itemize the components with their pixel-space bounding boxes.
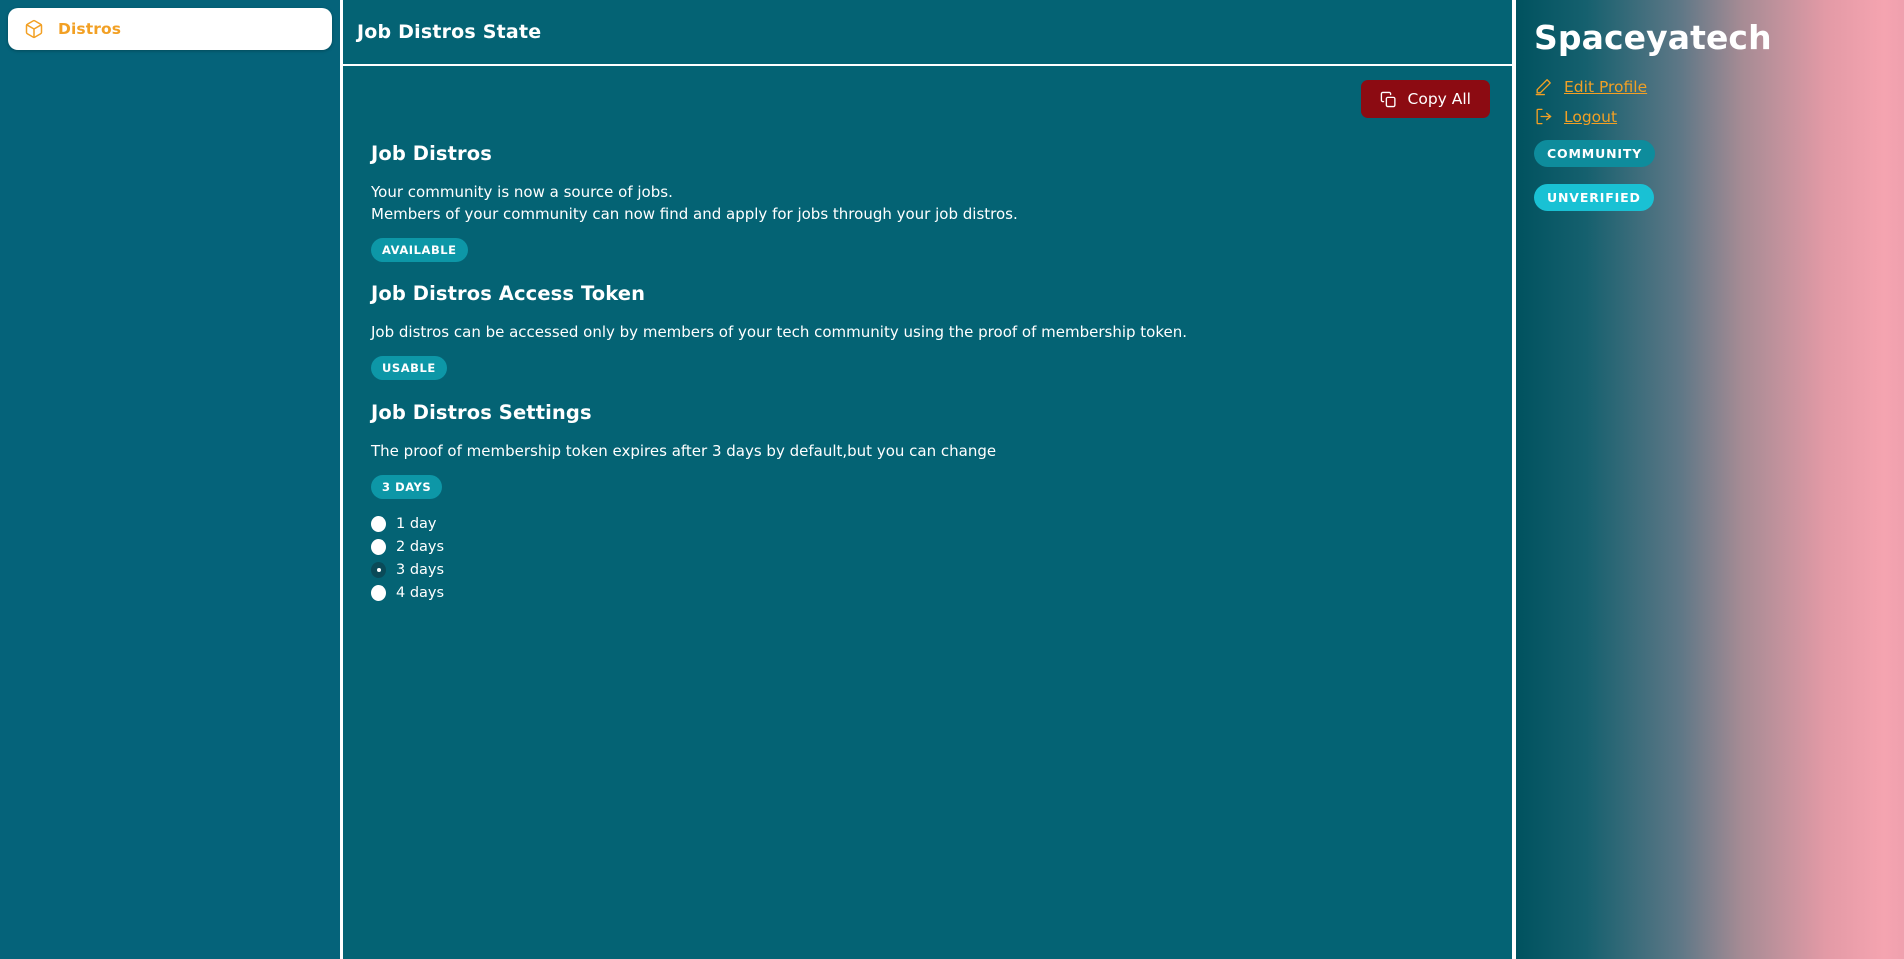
radio-option-4-days[interactable]: 4 days: [371, 582, 1492, 604]
edit-profile-link[interactable]: Edit Profile: [1534, 77, 1647, 96]
radio-indicator[interactable]: [371, 584, 386, 601]
radio-label: 4 days: [396, 584, 445, 601]
edit-profile-label: Edit Profile: [1564, 77, 1648, 96]
expiry-radio-group[interactable]: 1 day 2 days 3 days 4 days: [371, 513, 1492, 604]
section-text: Job distros can be accessed only by memb…: [371, 322, 1188, 341]
copy-icon: [1380, 91, 1397, 108]
radio-label: 1 day: [396, 515, 437, 532]
pencil-icon: [1534, 77, 1553, 96]
main-panel: Job Distros State Copy All Job Distros Y…: [343, 0, 1516, 959]
logout-link[interactable]: Logout: [1534, 107, 1617, 126]
profile-links: Edit Profile Logout: [1534, 77, 1904, 126]
sidebar: Distros: [0, 0, 343, 959]
box-icon: [24, 19, 44, 39]
radio-indicator[interactable]: [371, 538, 386, 555]
org-name: Spaceyatech: [1534, 18, 1772, 57]
radio-option-2-days[interactable]: 2 days: [371, 536, 1492, 558]
main-header: Job Distros State: [343, 0, 1512, 66]
radio-option-1-day[interactable]: 1 day: [371, 513, 1492, 535]
radio-label: 2 days: [396, 538, 445, 555]
section-settings: Job Distros Settings The proof of member…: [357, 401, 1492, 604]
app-root: Distros Job Distros State Copy All Job D…: [0, 0, 1904, 959]
section-job-distros: Job Distros Your community is now a sour…: [357, 142, 1492, 262]
section-text: The proof of membership token expires af…: [371, 441, 997, 460]
tag-community: COMMUNITY: [1534, 140, 1656, 168]
main-body: Copy All Job Distros Your community is n…: [343, 66, 1512, 959]
tag-unverified: UNVERIFIED: [1534, 184, 1654, 212]
radio-option-3-days[interactable]: 3 days: [371, 559, 1492, 581]
logout-icon: [1534, 107, 1553, 126]
section-text: Your community is now a source of jobs.: [371, 183, 673, 201]
section-access-token: Job Distros Access Token Job distros can…: [357, 282, 1492, 380]
profile-panel: Spaceyatech Edit Profile Logout COMMUNIT…: [1516, 0, 1904, 959]
section-title: Job Distros Settings: [371, 400, 592, 424]
status-badge: AVAILABLE: [371, 237, 468, 262]
status-badge: USABLE: [371, 355, 447, 380]
sidebar-item-distros[interactable]: Distros: [8, 8, 332, 50]
logout-label: Logout: [1564, 107, 1618, 126]
page-title: Job Distros State: [357, 21, 542, 43]
sidebar-item-label: Distros: [58, 20, 122, 38]
status-badge: 3 DAYS: [371, 474, 443, 499]
radio-indicator[interactable]: [371, 515, 386, 532]
radio-label: 3 days: [396, 561, 445, 578]
profile-tags: COMMUNITY UNVERIFIED: [1534, 140, 1904, 228]
toolbar: Copy All: [357, 80, 1492, 118]
copy-all-label: Copy All: [1407, 90, 1471, 108]
radio-indicator-selected[interactable]: [371, 561, 386, 578]
section-text: Members of your community can now find a…: [371, 204, 1018, 223]
section-title: Job Distros Access Token: [371, 281, 646, 305]
copy-all-button[interactable]: Copy All: [1360, 80, 1490, 118]
section-title: Job Distros: [371, 142, 492, 165]
